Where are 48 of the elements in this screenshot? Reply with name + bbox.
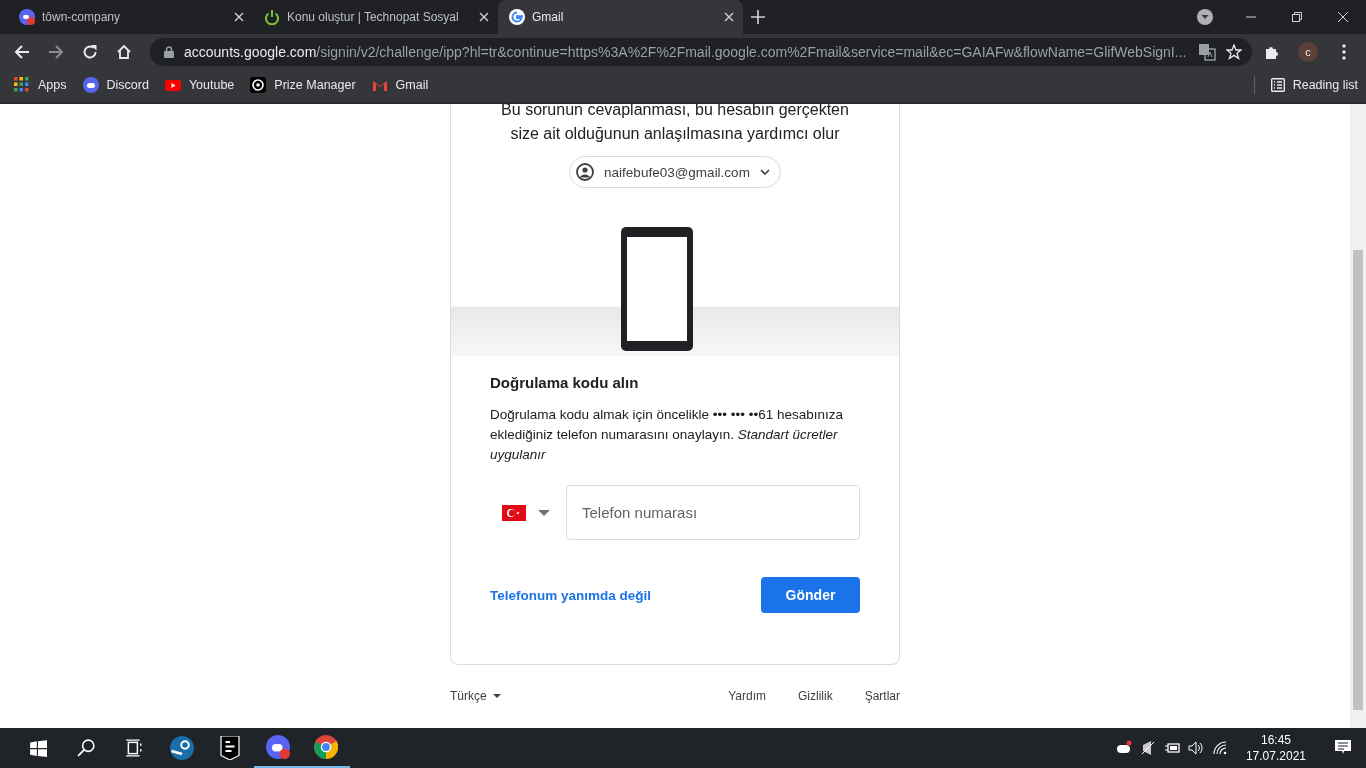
play-icon	[164, 77, 181, 93]
bookmark[interactable]: Gmail	[371, 77, 429, 93]
google-icon	[509, 9, 525, 25]
browser-tab[interactable]: Konu oluştur | Technopat Sosyal	[253, 0, 498, 34]
footer-link[interactable]: Gizlilik	[798, 689, 833, 703]
browser-tab[interactable]: tôwn-company	[8, 0, 253, 34]
account-circle-icon	[576, 163, 595, 181]
reading-list-button[interactable]: Reading list	[1270, 78, 1358, 92]
discord-icon	[82, 77, 99, 93]
section-heading: Doğrulama kodu alın	[490, 374, 640, 391]
profile-avatar[interactable]: c	[1298, 42, 1318, 62]
chevron-down-icon	[759, 169, 770, 175]
plus-icon[interactable]	[751, 10, 765, 24]
bookmark[interactable]: Apps	[14, 77, 67, 93]
tab-title: Gmail	[532, 10, 565, 24]
close-icon[interactable]	[479, 12, 489, 22]
scrollbar-thumb[interactable]	[1353, 250, 1363, 710]
bookmark[interactable]: Youtube	[164, 77, 235, 93]
tab-title: Konu oluştur | Technopat Sosyal	[287, 10, 460, 24]
scrollbar[interactable]	[1350, 104, 1366, 728]
close-icon[interactable]	[234, 12, 244, 22]
list-icon	[1270, 78, 1285, 92]
lock-icon	[164, 46, 174, 58]
translate-icon[interactable]	[1198, 43, 1216, 61]
phone-number-field[interactable]: Telefon numarası	[566, 485, 860, 540]
swirl-icon	[250, 77, 267, 93]
clock[interactable]: 16:45 17.07.2021	[1245, 732, 1306, 764]
no-phone-link[interactable]: Telefonum yanımda değil	[490, 587, 652, 603]
bookmark[interactable]: Discord	[82, 77, 149, 93]
close-icon[interactable]	[724, 12, 734, 22]
description-text: Doğrulama kodu almak için öncelikle ••• ••• ••61 hesabınıza eklediğiniz telefon numarasını onaylayın. Standart ücretler uygulanır	[490, 406, 844, 464]
footer-link[interactable]: Yardım	[728, 689, 766, 703]
discord-icon	[19, 9, 35, 25]
send-button[interactable]: Gönder	[761, 577, 860, 613]
language-selector[interactable]: Türkçe	[450, 689, 501, 703]
intro-text: Bu sorunun cevaplanması, bu hesabın gerçekten size ait olduğunun anlaşılmasına yardımcı olur	[500, 100, 850, 144]
bookmark[interactable]: Prize Manager	[250, 77, 356, 93]
address-bar[interactable]: accounts.google.com/signin/v2/challenge/ipp?hl=tr&continue=https%3A%2F%2Fmail.google.com%2Fmail&service=mail&ec=GAIAFw&flowName=GlifWebSignI...	[150, 38, 1252, 66]
turkey-flag-icon	[502, 504, 526, 521]
power-icon	[264, 9, 280, 25]
star-icon[interactable]	[1226, 44, 1242, 60]
caret-down-icon	[538, 509, 550, 516]
browser-tab[interactable]: Gmail	[498, 0, 743, 34]
footer-link[interactable]: Şartlar	[864, 689, 900, 703]
apps-grid-icon	[14, 77, 30, 93]
caret-down-icon	[492, 694, 501, 698]
tab-title: tôwn-company	[42, 10, 122, 24]
url-text: accounts.google.com/signin/v2/challenge/ipp?hl=tr&continue=https%3A%2F%2Fmail.google.com%2Fmail&service=mail&ec=GAIAFw&flowName=GlifWebSignI...	[184, 44, 1188, 60]
